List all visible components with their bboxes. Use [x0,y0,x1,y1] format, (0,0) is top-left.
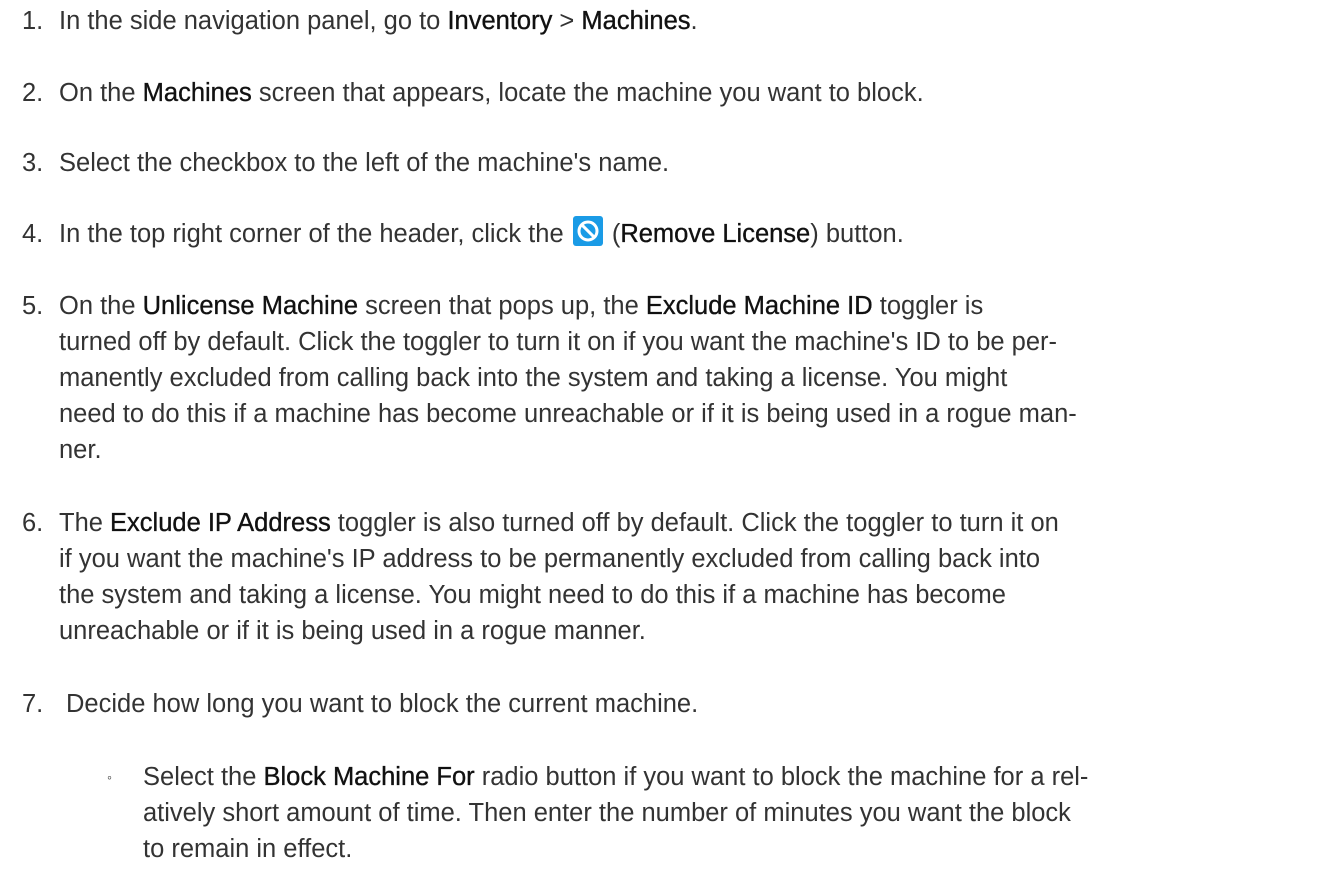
document-page: 1. In the side navigation panel, go to I… [0,0,1327,878]
text-line: Select the Block Machine For radio butto… [143,763,1089,791]
substep-text: Select the Block Machine For radio butto… [143,759,1313,867]
bullet-icon: ◦ [107,769,112,785]
step-text: Select the checkbox to the left of the m… [59,149,670,177]
step-number: 1. [22,7,44,35]
text-line: atively short amount of time. Then enter… [143,799,1071,827]
text-line: On the Unlicense Machine screen that pop… [59,292,984,320]
step-text: The Exclude IP Address toggler is also t… [59,505,1317,649]
text-line: turned off by default. Click the toggler… [59,328,1058,356]
term-remove-license: Remove License [620,220,811,248]
step-text: Decide how long you want to block the cu… [66,690,699,718]
text-line: need to do this if a machine has become … [59,400,1077,428]
text-line: if you want the machine's IP address to … [59,545,1041,573]
term-exclude-ip-address: Exclude IP Address [110,509,331,537]
term-unlicense-machine: Unlicense Machine [142,292,359,320]
remove-license-icon [572,216,603,246]
step-number: 4. [22,220,44,248]
step-text: In the side navigation panel, go to Inve… [59,7,698,35]
term-machines: Machines [142,79,252,107]
step-number: 5. [22,292,44,320]
term-block-machine-for: Block Machine For [263,763,475,791]
text-line: The Exclude IP Address toggler is also t… [59,509,1059,537]
step-text: On the Machines screen that appears, loc… [59,79,924,107]
text-line: unreachable or if it is being used in a … [59,617,646,645]
step-number: 7. [22,690,44,718]
text-line: to remain in effect. [143,835,353,863]
step-number: 6. [22,509,44,537]
term-exclude-machine-id: Exclude Machine ID [645,292,873,320]
term-inventory: Inventory [447,7,553,35]
text-line: ner. [59,436,102,464]
step-number: 2. [22,79,44,107]
step-text: On the Unlicense Machine screen that pop… [59,288,1317,468]
term-machines: Machines [581,7,691,35]
step-number: 3. [22,149,44,177]
text-line: manently excluded from calling back into… [59,364,1008,392]
step-text: In the top right corner of the header, c… [59,216,1321,252]
text-line: the system and taking a license. You mig… [59,581,1006,609]
